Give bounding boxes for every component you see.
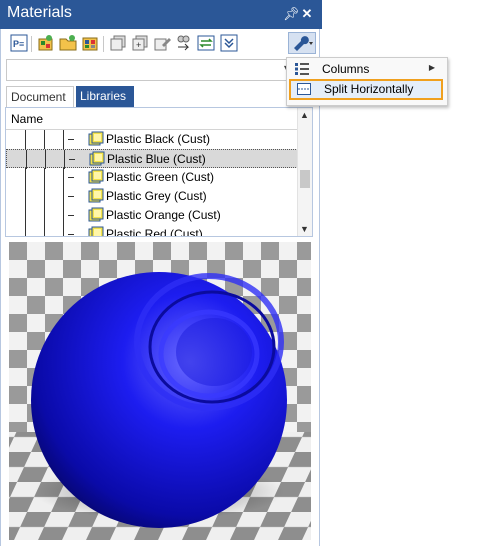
- close-icon[interactable]: ✕: [300, 7, 314, 21]
- tree-guide-line: [63, 168, 64, 187]
- swap-icon[interactable]: [197, 34, 215, 52]
- tree-row[interactable]: Plastic Blue (Cust): [6, 149, 298, 169]
- scroll-down-icon[interactable]: ▼: [300, 224, 309, 234]
- new-material-icon[interactable]: [37, 34, 55, 52]
- menu-item-columns[interactable]: Columns ▶: [289, 59, 443, 80]
- scroll-thumb[interactable]: [300, 170, 310, 188]
- open-library-icon[interactable]: [59, 34, 77, 52]
- tree-row[interactable]: Plastic Orange (Cust): [6, 206, 298, 225]
- collapse-icon[interactable]: [220, 34, 238, 52]
- tree-guide-line: [25, 206, 26, 225]
- tree-guide-line: [44, 206, 45, 225]
- tree-guide-line: [44, 130, 45, 149]
- tree-guide-line: [63, 187, 64, 206]
- tree-guide-line: [45, 150, 46, 169]
- toolbar-separator: [31, 36, 32, 52]
- material-icon: [88, 188, 104, 204]
- tree-row-label: Plastic Black (Cust): [106, 132, 211, 146]
- material-icon: [88, 226, 104, 236]
- material-tree: Name Plastic Black (Cust) Plastic Blue (C…: [5, 107, 313, 237]
- tree-row[interactable]: Plastic Grey (Cust): [6, 187, 298, 206]
- panel-title: Materials: [7, 4, 72, 21]
- tree-connector: [68, 139, 74, 140]
- tree-guide-line: [25, 225, 26, 236]
- tab-document[interactable]: Document: [6, 86, 74, 107]
- menu-item-label: Columns: [322, 62, 370, 76]
- svg-text:+: +: [136, 40, 141, 50]
- tree-guide-line: [25, 187, 26, 206]
- tree-guide-line: [63, 225, 64, 236]
- tree-guide-line: [63, 206, 64, 225]
- tree-connector: [68, 177, 74, 178]
- tree-guide-line: [25, 168, 26, 187]
- tree-row-label: Plastic Green (Cust): [106, 170, 215, 184]
- chevron-right-icon: ▶: [428, 63, 435, 72]
- library-combo[interactable]: ▼: [6, 59, 296, 81]
- toolbar-separator: [103, 36, 104, 52]
- assign-icon[interactable]: [175, 34, 193, 52]
- copy-icon[interactable]: [109, 34, 127, 52]
- tree-row-label: Plastic Blue (Cust): [107, 152, 206, 166]
- materials-panel: Materials 📌︎ ✕ P≡ + Document Libraries N…: [0, 0, 322, 546]
- preview-render: [9, 242, 311, 540]
- import-icon[interactable]: [81, 34, 99, 52]
- tree-header[interactable]: Name: [6, 108, 298, 130]
- name-column-header: Name: [11, 112, 44, 126]
- tree-guide-line: [64, 150, 65, 169]
- edit-icon[interactable]: [153, 34, 171, 52]
- tree-connector: [68, 215, 74, 216]
- title-bar: Materials 📌︎ ✕: [0, 0, 322, 29]
- material-icon: [89, 151, 105, 167]
- tree-connector: [68, 196, 74, 197]
- svg-text:P≡: P≡: [13, 39, 24, 49]
- tree-scrollbar[interactable]: ▲ ▼: [297, 108, 312, 236]
- menu-item-split-horizontally[interactable]: Split Horizontally: [289, 79, 443, 100]
- split-icon: [297, 83, 311, 95]
- tools-icon[interactable]: [288, 32, 316, 54]
- tree-connector: [68, 234, 74, 235]
- tree-guide-line: [44, 187, 45, 206]
- tree-row[interactable]: Plastic Red (Cust): [6, 225, 298, 237]
- material-icon: [88, 131, 104, 147]
- toolbar: P≡ +: [2, 32, 318, 56]
- tree-guide-line: [63, 130, 64, 149]
- tree-guide-line: [44, 168, 45, 187]
- pin-icon[interactable]: 📌︎: [283, 7, 300, 21]
- tree-row-label: Plastic Orange (Cust): [106, 208, 221, 222]
- tree-guide-line: [26, 150, 27, 169]
- material-icon: [88, 169, 104, 185]
- scroll-up-icon[interactable]: ▲: [300, 110, 309, 120]
- tree-row-label: Plastic Red (Cust): [106, 227, 203, 237]
- material-preview: [9, 242, 311, 540]
- material-icon: [88, 207, 104, 223]
- duplicate-icon[interactable]: +: [131, 34, 149, 52]
- tree-guide-line: [25, 130, 26, 149]
- menu-item-label: Split Horizontally: [324, 82, 414, 96]
- tree-row-label: Plastic Grey (Cust): [106, 189, 207, 203]
- columns-icon: [295, 63, 309, 75]
- tree-row[interactable]: Plastic Green (Cust): [6, 168, 298, 187]
- context-menu: Columns ▶ Split Horizontally: [286, 57, 448, 106]
- tree-row[interactable]: Plastic Black (Cust): [6, 130, 298, 149]
- tree-guide-line: [44, 225, 45, 236]
- properties-icon[interactable]: P≡: [10, 34, 28, 52]
- tree-connector: [69, 159, 75, 160]
- tab-libraries[interactable]: Libraries: [76, 86, 134, 107]
